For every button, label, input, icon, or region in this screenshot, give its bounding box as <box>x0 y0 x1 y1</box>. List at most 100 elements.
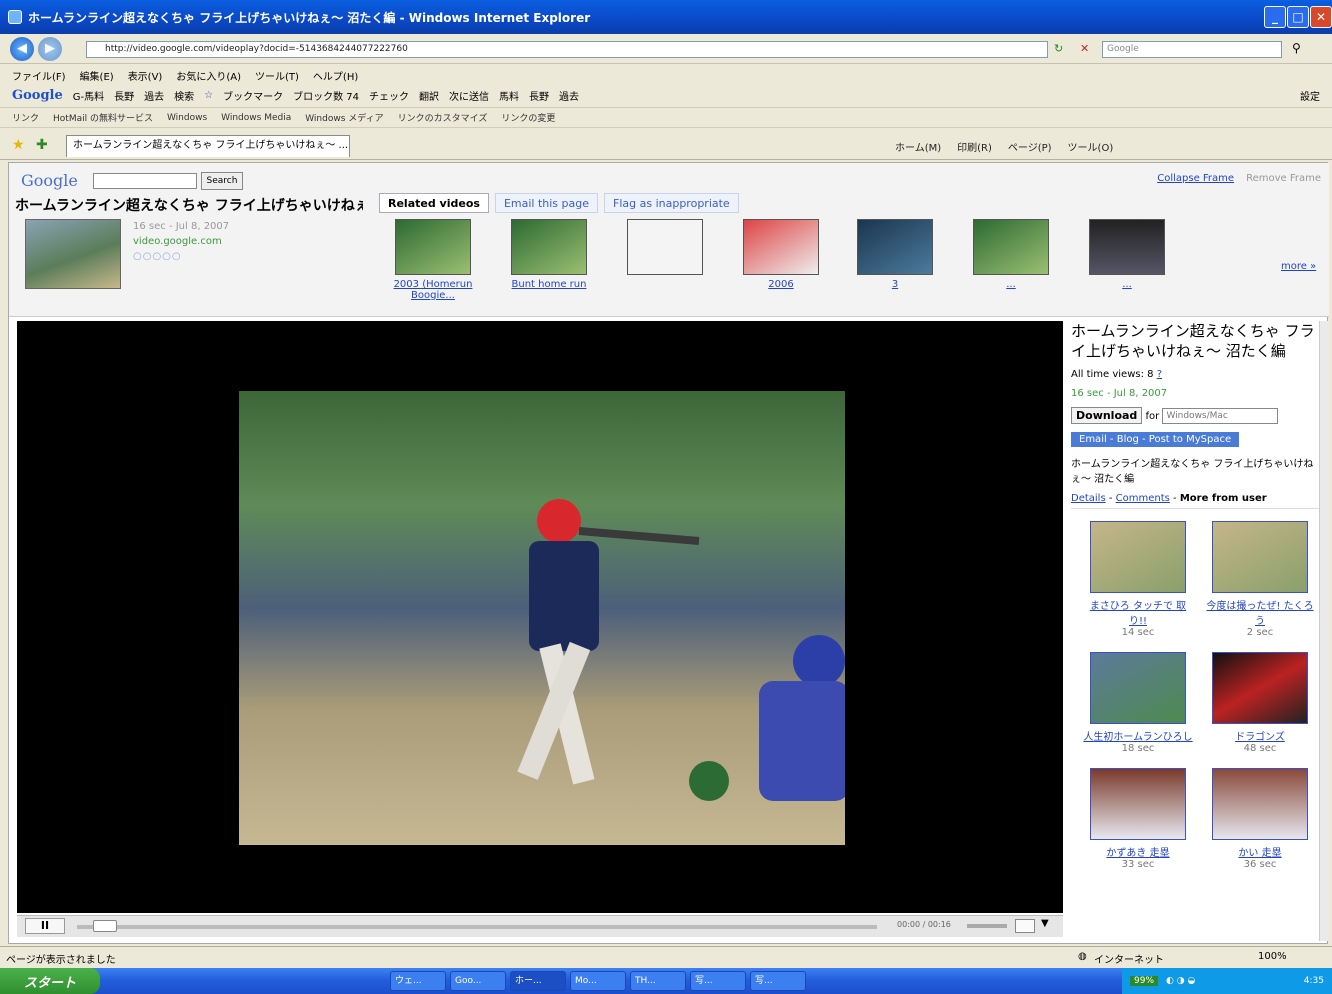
link-item[interactable]: Windows メディア <box>305 111 383 124</box>
menu-edit[interactable]: 編集(E) <box>80 68 114 83</box>
user-video-title[interactable]: ドラゴンズ <box>1205 728 1315 743</box>
menu-file[interactable]: ファイル(F) <box>12 68 66 83</box>
taskbar-item-active[interactable]: ホー... <box>510 971 566 991</box>
page-button[interactable]: ページ(P) <box>1008 139 1052 154</box>
pause-button[interactable]: II <box>25 918 65 934</box>
maximize-button[interactable]: □ <box>1287 6 1309 28</box>
refresh-icon[interactable]: ↻ <box>1054 42 1063 55</box>
gbar-item[interactable]: 過去 <box>559 88 579 103</box>
rating-stars-icon[interactable]: ○○○○○ <box>133 251 182 262</box>
gbar-item[interactable]: ブロック数 74 <box>293 88 359 103</box>
related-caption[interactable]: 2003 (Homerun Boogie... <box>394 279 473 301</box>
gbar-item[interactable]: 長野 <box>114 88 134 103</box>
related-thumb[interactable] <box>857 219 933 275</box>
start-button[interactable]: スタート <box>0 968 100 994</box>
gbar-item[interactable]: チェック <box>369 88 409 103</box>
google-frame-logo[interactable]: Google <box>21 171 78 190</box>
related-thumb[interactable] <box>395 219 471 275</box>
related-caption[interactable]: 3 <box>892 279 898 290</box>
taskbar-item[interactable]: Goo... <box>450 971 506 991</box>
menu-tools[interactable]: ツール(T) <box>255 68 299 83</box>
taskbar-item[interactable]: Mo... <box>570 971 626 991</box>
close-button[interactable]: ✕ <box>1310 6 1332 28</box>
gbar-item[interactable]: 馬料 <box>499 88 519 103</box>
related-caption[interactable]: ... <box>1122 279 1132 290</box>
user-video-title[interactable]: かい 走塁 <box>1205 844 1315 859</box>
download-button[interactable]: Download <box>1071 407 1143 424</box>
back-icon[interactable]: ◀ <box>10 37 34 61</box>
link-item[interactable]: HotMail の無料サービス <box>53 111 153 124</box>
menu-view[interactable]: 表示(V) <box>128 68 163 83</box>
related-thumb[interactable] <box>973 219 1049 275</box>
forward-icon[interactable]: ▶ <box>38 37 62 61</box>
tab-current[interactable]: ホームランライン超えなくちゃ フライ上げちゃいけねぇ〜 ... <box>66 135 350 157</box>
share-button[interactable]: Email - Blog - Post to MySpace <box>1071 432 1240 447</box>
gbar-item[interactable]: G-馬料 <box>73 88 104 103</box>
taskbar-item[interactable]: 写... <box>750 971 806 991</box>
taskbar-item[interactable]: ウェ... <box>390 971 446 991</box>
more-related-link[interactable]: more » <box>1281 261 1316 272</box>
taskbar-item[interactable]: 写... <box>690 971 746 991</box>
progress-handle[interactable] <box>93 920 117 932</box>
star-icon[interactable]: ☆ <box>204 90 213 101</box>
sidebar-scrollbar[interactable] <box>1319 321 1329 941</box>
collapse-frame-link[interactable]: Collapse Frame <box>1157 173 1234 184</box>
related-video[interactable] <box>625 219 705 279</box>
gbar-item[interactable]: 過去 <box>144 88 164 103</box>
battery-indicator[interactable]: 99% <box>1130 976 1159 986</box>
user-video-thumb[interactable] <box>1090 768 1186 840</box>
gbar-item[interactable]: ブックマーク <box>223 88 283 103</box>
video-thumbnail[interactable] <box>25 219 121 289</box>
details-link[interactable]: Details <box>1071 493 1106 504</box>
user-video[interactable]: まさひろ タッチで 取り!! 14 sec <box>1083 521 1193 638</box>
related-video[interactable]: ... <box>971 219 1051 290</box>
taskbar-item[interactable]: TH... <box>630 971 686 991</box>
tools-button[interactable]: ツール(O) <box>1068 139 1114 154</box>
user-video[interactable]: 今度は撮ったぜ! たくろう 2 sec <box>1205 521 1315 638</box>
gbar-item[interactable]: 長野 <box>529 88 549 103</box>
menu-help[interactable]: ヘルプ(H) <box>313 68 358 83</box>
title-bar[interactable]: ホームランライン超えなくちゃ フライ上げちゃいけねぇ〜 沼たく編 - Windo… <box>0 0 1332 34</box>
user-video-thumb[interactable] <box>1090 652 1186 724</box>
video-player[interactable] <box>17 321 1063 913</box>
fullscreen-icon[interactable] <box>1015 919 1035 933</box>
user-video-thumb[interactable] <box>1212 521 1308 593</box>
minimize-button[interactable]: _ <box>1264 6 1286 28</box>
related-caption[interactable]: ... <box>1006 279 1016 290</box>
tab-email-page[interactable]: Email this page <box>494 193 598 213</box>
related-caption[interactable]: 2006 <box>768 279 793 290</box>
tray-icons[interactable]: ◐ ◑ ◒ <box>1166 976 1195 986</box>
user-video[interactable]: かずあき 走塁 33 sec <box>1083 768 1193 870</box>
print-button[interactable]: 印刷(R) <box>957 139 992 154</box>
user-video[interactable]: かい 走塁 36 sec <box>1205 768 1315 870</box>
zoom-level[interactable]: 100% <box>1258 951 1287 962</box>
gbar-item[interactable]: 翻訳 <box>419 88 439 103</box>
search-input[interactable]: Google <box>1102 41 1282 58</box>
user-video-thumb[interactable] <box>1090 521 1186 593</box>
related-thumb[interactable] <box>511 219 587 275</box>
views-help-icon[interactable]: ? <box>1157 369 1162 380</box>
user-video-title[interactable]: まさひろ タッチで 取り!! <box>1083 597 1193 627</box>
tab-related-videos[interactable]: Related videos <box>379 193 489 213</box>
add-favorite-icon[interactable]: ✚ <box>36 137 48 153</box>
link-item[interactable]: Windows Media <box>221 113 291 123</box>
user-video[interactable]: ドラゴンズ 48 sec <box>1205 652 1315 754</box>
related-video[interactable]: 2006 <box>741 219 821 290</box>
related-video[interactable]: ... <box>1087 219 1167 290</box>
home-button[interactable]: ホーム(M) <box>895 139 941 154</box>
related-thumb[interactable] <box>1089 219 1165 275</box>
user-video-title[interactable]: かずあき 走塁 <box>1083 844 1193 859</box>
stop-icon[interactable]: ✕ <box>1080 42 1089 55</box>
volume-slider[interactable] <box>967 924 1007 928</box>
link-item[interactable]: リンクの変更 <box>501 111 555 124</box>
link-item[interactable]: Windows <box>167 113 207 123</box>
remove-frame-link[interactable]: Remove Frame <box>1246 173 1321 184</box>
video-frame[interactable] <box>239 391 849 845</box>
user-video-title[interactable]: 人生初ホームランひろし <box>1083 728 1193 743</box>
favorites-star-icon[interactable]: ★ <box>12 137 25 153</box>
user-video-title[interactable]: 今度は撮ったぜ! たくろう <box>1205 597 1315 627</box>
related-thumb[interactable] <box>743 219 819 275</box>
gbar-item[interactable]: 次に送信 <box>449 88 489 103</box>
related-caption[interactable]: Bunt home run <box>512 279 587 290</box>
progress-track[interactable] <box>77 925 877 929</box>
